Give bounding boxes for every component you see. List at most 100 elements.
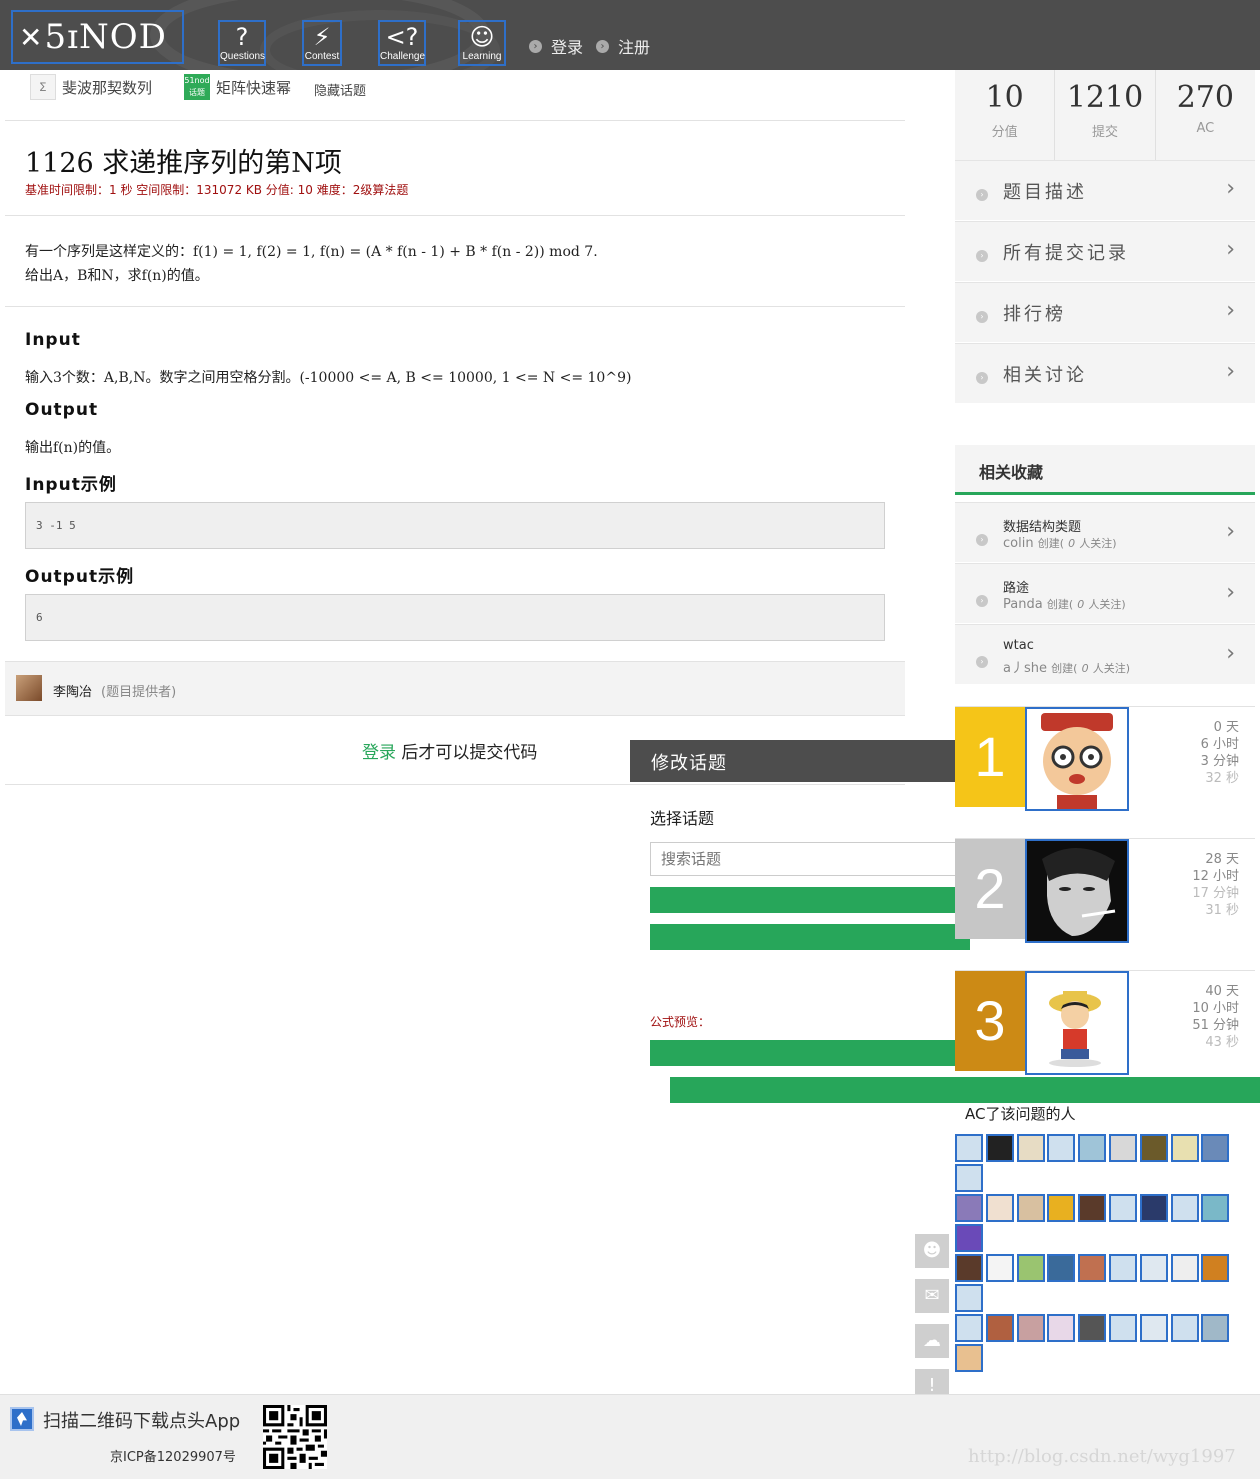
avatar[interactable]: [1108, 1314, 1137, 1342]
avatar[interactable]: [1139, 1254, 1168, 1282]
avatar[interactable]: [1016, 1134, 1045, 1162]
favorite-item[interactable]: › 路途 Panda 创建( 0 人关注) ›: [955, 563, 1255, 623]
avatar[interactable]: [955, 1134, 983, 1162]
rank-row[interactable]: 2 28 天 12 小时 17 分钟 31 秒: [955, 838, 1255, 943]
qq-share-icon[interactable]: ☻: [915, 1234, 949, 1268]
time-minutes: 51 分钟: [1192, 1018, 1239, 1033]
avatar[interactable]: [1078, 1314, 1107, 1342]
favorite-user[interactable]: a丿she: [1003, 661, 1047, 676]
avatar[interactable]: [1139, 1194, 1168, 1222]
avatar[interactable]: [1170, 1254, 1199, 1282]
problem-stats: 10 分值 1210 提交 270 AC: [955, 70, 1255, 160]
avatar[interactable]: [1047, 1314, 1076, 1342]
avatar[interactable]: [1025, 839, 1129, 943]
confirm-button[interactable]: [650, 1040, 970, 1066]
avatar[interactable]: [955, 1164, 983, 1192]
avatar[interactable]: [1047, 1254, 1076, 1282]
avatar[interactable]: [985, 1134, 1014, 1162]
logo-text: 5ɪNOD: [44, 17, 167, 57]
avatar[interactable]: [985, 1194, 1014, 1222]
menu-all-submissions[interactable]: › 所有提交记录 ›: [955, 221, 1255, 281]
avatar[interactable]: [1201, 1314, 1230, 1342]
avatar[interactable]: [1025, 707, 1129, 811]
tag-fibonacci[interactable]: ∑ 斐波那契数列: [30, 74, 152, 100]
hide-topics-link[interactable]: 隐藏话题: [314, 80, 366, 99]
runner-icon: ⚡: [313, 23, 331, 51]
avatar[interactable]: [955, 1224, 983, 1252]
nav-learning[interactable]: ☺ Learning: [458, 20, 506, 66]
avatar[interactable]: [1139, 1314, 1168, 1342]
stat-value: 1210: [1066, 80, 1144, 115]
topic-option[interactable]: [650, 924, 970, 950]
submit-login-link[interactable]: 登录: [362, 743, 396, 763]
favorite-user[interactable]: Panda: [1003, 597, 1043, 612]
tag-label: 矩阵快速幂: [216, 78, 292, 97]
register-link[interactable]: › 注册: [596, 34, 650, 58]
submit-hint: 登录 后才可以提交代码: [362, 738, 537, 763]
avatar[interactable]: [1139, 1134, 1168, 1162]
menu-problem-description[interactable]: › 题目描述 ›: [955, 160, 1255, 220]
formula-preview-label: 公式预览：: [650, 1015, 711, 1029]
avatar[interactable]: [1170, 1314, 1199, 1342]
avatar[interactable]: [1016, 1314, 1045, 1342]
login-link[interactable]: › 登录: [529, 34, 583, 58]
avatar[interactable]: [16, 675, 42, 701]
kite-icon: ✕: [19, 20, 43, 54]
weibo-share-icon[interactable]: ✉: [915, 1279, 949, 1313]
chevron-right-icon: ›: [1226, 359, 1235, 384]
avatar[interactable]: [955, 1344, 983, 1372]
avatar[interactable]: [1047, 1134, 1076, 1162]
avatar[interactable]: [955, 1194, 983, 1222]
menu-label: 题目描述: [1003, 182, 1087, 203]
site-logo[interactable]: ✕ 5ɪNOD: [11, 10, 184, 64]
avatar[interactable]: [1025, 971, 1129, 1075]
avatar[interactable]: [1078, 1194, 1107, 1222]
cancel-button[interactable]: [670, 1077, 1260, 1103]
icp-license[interactable]: 京ICP备12029907号: [110, 1446, 236, 1465]
favorite-item[interactable]: › wtac a丿she 创建( 0 人关注) ›: [955, 624, 1255, 684]
avatar[interactable]: [1201, 1134, 1230, 1162]
favorite-count: 0: [1077, 598, 1085, 611]
favorite-user[interactable]: colin: [1003, 536, 1034, 551]
menu-discussions[interactable]: › 相关讨论 ›: [955, 343, 1255, 403]
nav-challenge[interactable]: <? Challenge: [378, 20, 426, 66]
rank-number: 1: [955, 707, 1025, 807]
tag-matrix-power[interactable]: 51nod 话题 矩阵快速幂: [184, 74, 291, 100]
favorite-meta: a丿she 创建( 0 人关注): [1003, 657, 1130, 676]
avatar[interactable]: [985, 1314, 1014, 1342]
avatar[interactable]: [1078, 1254, 1107, 1282]
nav-questions[interactable]: ? Questions: [218, 20, 266, 66]
time-days: 28 天: [1205, 852, 1239, 867]
avatar[interactable]: [1201, 1194, 1230, 1222]
avatar[interactable]: [955, 1284, 983, 1312]
avatar[interactable]: [985, 1254, 1014, 1282]
avatar[interactable]: [1170, 1194, 1199, 1222]
topic-option[interactable]: [650, 887, 970, 913]
graduate-icon: ☺: [469, 23, 495, 51]
favorite-follow: 人关注): [1079, 537, 1117, 550]
avatar[interactable]: [1108, 1194, 1137, 1222]
nav-contest[interactable]: ⚡ Contest: [302, 20, 342, 66]
menu-leaderboard[interactable]: › 排行榜 ›: [955, 282, 1255, 342]
avatar[interactable]: [1016, 1194, 1045, 1222]
avatar[interactable]: [1047, 1194, 1076, 1222]
rank-row[interactable]: 3 40 天 10 小时 51 分钟 43 秒: [955, 970, 1255, 1075]
avatar[interactable]: [955, 1314, 983, 1342]
avatar[interactable]: [1170, 1134, 1199, 1162]
avatar[interactable]: [1201, 1254, 1230, 1282]
provider-name[interactable]: 李陶冶: [53, 681, 92, 700]
avatar[interactable]: [1016, 1254, 1045, 1282]
avatar[interactable]: [1108, 1134, 1137, 1162]
watermark: http://blog.csdn.net/wyg1997: [968, 1446, 1236, 1467]
avatar[interactable]: [1078, 1134, 1107, 1162]
divider: [5, 215, 905, 216]
modify-topic-header: 修改话题: [630, 740, 970, 782]
avatar[interactable]: [1108, 1254, 1137, 1282]
avatar[interactable]: [955, 1254, 983, 1282]
topic-search-input[interactable]: [650, 842, 970, 876]
favorite-item[interactable]: › 数据结构类题 colin 创建( 0 人关注) ›: [955, 502, 1255, 562]
stat-value: 270: [1176, 80, 1234, 115]
wechat-share-icon[interactable]: ☁: [915, 1324, 949, 1358]
rank-row[interactable]: 1 0 天 6 小时 3 分钟 32 秒: [955, 706, 1255, 811]
chevron-right-icon: ›: [1226, 641, 1235, 666]
